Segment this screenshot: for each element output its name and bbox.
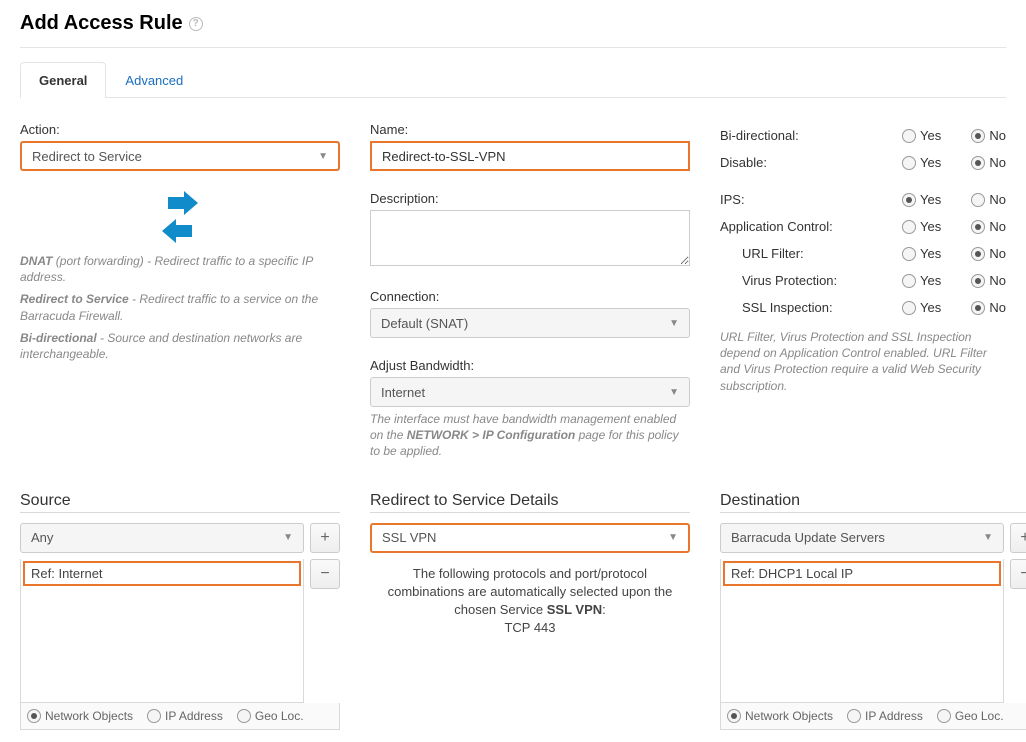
source-footer-ip[interactable]: IP Address (147, 709, 223, 723)
destination-remove-button[interactable]: − (1010, 559, 1026, 589)
help-dnat-r: (port forwarding) - Redirect traffic to … (20, 254, 313, 284)
help-bidi-b: Bi-directional (20, 331, 97, 345)
tab-general-label: General (39, 73, 87, 88)
toggle-disable: Disable: Yes No (720, 149, 1006, 176)
toggle-urlfilter: URL Filter: Yes No (720, 240, 1006, 267)
source-select[interactable]: Any ▼ (20, 523, 304, 553)
col-toggles: Bi-directional: Yes No Disable: Yes No I… (720, 122, 1006, 464)
description-textarea[interactable] (370, 210, 690, 266)
destination-footer: Network Objects IP Address Geo Loc. (720, 703, 1026, 730)
section-source: Source Any ▼ + Ref: Internet − Network O… (20, 492, 340, 730)
chevron-down-icon: ▼ (283, 532, 293, 543)
toggle-sslinspect-no[interactable]: No (971, 300, 1006, 315)
destination-select-value: Barracuda Update Servers (731, 530, 885, 545)
form-top: Action: Redirect to Service ▼ DNAT (port… (20, 122, 1006, 464)
bandwidth-select[interactable]: Internet ▼ (370, 377, 690, 407)
details-select-value: SSL VPN (382, 530, 436, 545)
destination-footer-geo[interactable]: Geo Loc. (937, 709, 1004, 723)
toggle-virus-yes[interactable]: Yes (902, 273, 941, 288)
name-input-value: Redirect-to-SSL-VPN (382, 149, 506, 164)
toggles-help: URL Filter, Virus Protection and SSL Ins… (720, 329, 1006, 394)
toggle-virus-no[interactable]: No (971, 273, 1006, 288)
name-input[interactable]: Redirect-to-SSL-VPN (370, 141, 690, 171)
toggle-sslinspect: SSL Inspection: Yes No (720, 294, 1006, 321)
toggle-bi: Bi-directional: Yes No (720, 122, 1006, 149)
destination-listbox[interactable]: Ref: DHCP1 Local IP (720, 559, 1004, 703)
chevron-down-icon: ▼ (668, 532, 678, 543)
source-remove-button[interactable]: − (310, 559, 340, 589)
chevron-down-icon: ▼ (983, 532, 993, 543)
toggle-virus: Virus Protection: Yes No (720, 267, 1006, 294)
list-item[interactable]: Ref: DHCP1 Local IP (723, 561, 1001, 586)
tab-strip: General Advanced (20, 62, 1006, 98)
source-add-button[interactable]: + (310, 523, 340, 553)
destination-footer-network[interactable]: Network Objects (727, 709, 833, 723)
connection-select[interactable]: Default (SNAT) ▼ (370, 308, 690, 338)
toggle-bi-yes[interactable]: Yes (902, 128, 941, 143)
destination-select[interactable]: Barracuda Update Servers ▼ (720, 523, 1004, 553)
chevron-down-icon: ▼ (318, 151, 328, 162)
destination-footer-ip[interactable]: IP Address (847, 709, 923, 723)
tab-general[interactable]: General (20, 62, 106, 98)
toggle-ips-no[interactable]: No (971, 192, 1006, 207)
action-select-value: Redirect to Service (32, 149, 142, 164)
destination-title: Destination (720, 492, 1026, 513)
help-dnat-b: DNAT (20, 254, 52, 268)
name-label: Name: (370, 122, 690, 137)
toggle-ips: IPS: Yes No (720, 186, 1006, 213)
source-footer: Network Objects IP Address Geo Loc. (20, 703, 340, 730)
description-label: Description: (370, 191, 690, 206)
connection-label: Connection: (370, 289, 690, 304)
bandwidth-label: Adjust Bandwidth: (370, 358, 690, 373)
redirect-arrows-icon (20, 191, 340, 243)
details-select[interactable]: SSL VPN ▼ (370, 523, 690, 553)
source-footer-network[interactable]: Network Objects (27, 709, 133, 723)
title-divider (20, 47, 1006, 48)
list-item[interactable]: Ref: Internet (23, 561, 301, 586)
chevron-down-icon: ▼ (669, 387, 679, 398)
toggle-appctrl-no[interactable]: No (971, 219, 1006, 234)
section-destination: Destination Barracuda Update Servers ▼ +… (720, 492, 1026, 730)
source-listbox[interactable]: Ref: Internet (20, 559, 304, 703)
col-general: Name: Redirect-to-SSL-VPN Description: C… (370, 122, 690, 464)
section-details: Redirect to Service Details SSL VPN ▼ Th… (370, 492, 690, 730)
toggle-appctrl-yes[interactable]: Yes (902, 219, 941, 234)
bandwidth-select-value: Internet (381, 385, 425, 400)
action-label: Action: (20, 122, 340, 137)
destination-add-button[interactable]: + (1010, 523, 1026, 553)
details-proto: TCP 443 (504, 620, 555, 635)
col-action: Action: Redirect to Service ▼ DNAT (port… (20, 122, 340, 464)
tab-advanced-label: Advanced (125, 73, 183, 88)
page-title: Add Access Rule (20, 12, 183, 35)
details-text: The following protocols and port/protoco… (370, 565, 690, 638)
action-help: DNAT (port forwarding) - Redirect traffi… (20, 253, 340, 362)
toggle-disable-yes[interactable]: Yes (902, 155, 941, 170)
form-bottom: Source Any ▼ + Ref: Internet − Network O… (20, 492, 1006, 730)
toggle-sslinspect-yes[interactable]: Yes (902, 300, 941, 315)
bandwidth-help: The interface must have bandwidth manage… (370, 411, 690, 460)
help-icon[interactable]: ? (189, 17, 203, 31)
toggle-urlfilter-no[interactable]: No (971, 246, 1006, 261)
toggle-bi-no[interactable]: No (971, 128, 1006, 143)
toggle-appctrl: Application Control: Yes No (720, 213, 1006, 240)
help-rts-b: Redirect to Service (20, 292, 129, 306)
source-title: Source (20, 492, 340, 513)
toggle-urlfilter-yes[interactable]: Yes (902, 246, 941, 261)
source-footer-geo[interactable]: Geo Loc. (237, 709, 304, 723)
action-select[interactable]: Redirect to Service ▼ (20, 141, 340, 171)
details-title: Redirect to Service Details (370, 492, 690, 513)
chevron-down-icon: ▼ (669, 318, 679, 329)
toggle-ips-yes[interactable]: Yes (902, 192, 941, 207)
connection-select-value: Default (SNAT) (381, 316, 468, 331)
source-select-value: Any (31, 530, 53, 545)
tab-advanced[interactable]: Advanced (106, 62, 202, 98)
toggle-disable-no[interactable]: No (971, 155, 1006, 170)
